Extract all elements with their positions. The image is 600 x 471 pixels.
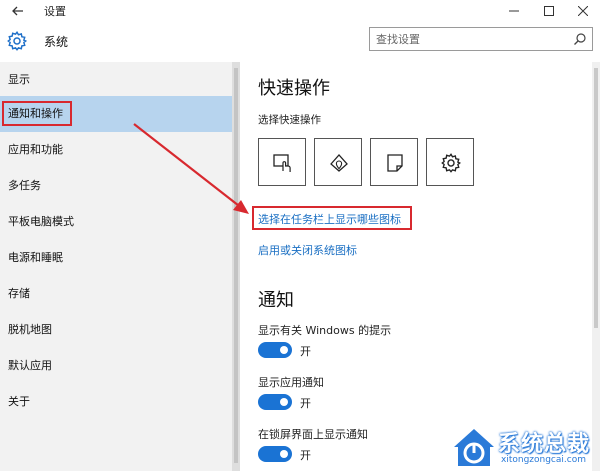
sidebar-item-storage[interactable]: 存储	[0, 276, 232, 312]
sidebar-item-label: 显示	[8, 73, 30, 86]
sidebar: 显示 通知和操作 应用和功能 多任务 平板电脑模式 电源和睡眠 存储 脱机地图 …	[0, 62, 232, 471]
header: 系统	[0, 22, 600, 62]
close-button[interactable]	[566, 0, 600, 22]
sidebar-item-label: 默认应用	[8, 359, 52, 372]
sidebar-item-label: 应用和功能	[8, 143, 63, 156]
page-title: 系统	[44, 35, 69, 49]
sidebar-item-label: 存储	[8, 287, 30, 300]
sidebar-item-apps[interactable]: 应用和功能	[0, 132, 232, 168]
quick-action-tablet-mode-button[interactable]	[258, 138, 306, 186]
notifications-heading: 通知	[258, 290, 294, 311]
watermark-logo	[454, 429, 494, 466]
lockscreen-notifications-label: 在锁屏界面上显示通知	[258, 428, 368, 441]
sidebar-item-about[interactable]: 关于	[0, 384, 232, 420]
close-icon	[577, 5, 589, 17]
sidebar-item-label: 电源和睡眠	[8, 251, 63, 264]
toggle-knob	[280, 450, 288, 458]
highlight-box	[2, 101, 72, 126]
main-scrollbar-thumb[interactable]	[594, 68, 598, 328]
windows-tips-toggle[interactable]	[258, 342, 292, 358]
quick-action-location-button[interactable]	[314, 138, 362, 186]
search-box[interactable]	[369, 27, 593, 51]
sidebar-item-label: 多任务	[8, 179, 41, 192]
sidebar-item-label: 脱机地图	[8, 323, 52, 336]
settings-gear-icon	[441, 153, 462, 173]
tablet-mode-icon	[273, 154, 291, 172]
search-input[interactable]	[376, 31, 566, 47]
windows-tips-label: 显示有关 Windows 的提示	[258, 324, 392, 337]
toggle-knob	[280, 398, 288, 406]
system-icons-link[interactable]: 启用或关闭系统图标	[258, 242, 357, 258]
app-notifications-state: 开	[300, 397, 311, 410]
sidebar-item-multitasking[interactable]: 多任务	[0, 168, 232, 204]
quick-actions-heading: 快速操作	[258, 78, 330, 99]
minimize-button[interactable]	[497, 0, 531, 22]
note-icon	[387, 154, 403, 172]
sidebar-item-offline-maps[interactable]: 脱机地图	[0, 312, 232, 348]
sidebar-item-notifications[interactable]: 通知和操作	[0, 96, 232, 132]
arrow-left-icon	[12, 6, 23, 16]
sidebar-scrollbar-thumb[interactable]	[234, 68, 238, 463]
title-bar: 设置	[0, 0, 600, 22]
quick-action-settings-button[interactable]	[426, 138, 474, 186]
app-notifications-label: 显示应用通知	[258, 376, 324, 389]
minimize-icon	[509, 10, 519, 12]
lockscreen-notifications-state: 开	[300, 449, 311, 462]
sidebar-item-default-apps[interactable]: 默认应用	[0, 348, 232, 384]
sidebar-item-display[interactable]: 显示	[0, 62, 232, 98]
taskbar-icons-link[interactable]: 选择在任务栏上显示哪些图标	[258, 211, 401, 227]
quick-action-note-button[interactable]	[370, 138, 418, 186]
windows-tips-state: 开	[300, 345, 311, 358]
maximize-icon	[544, 6, 554, 16]
window-title: 设置	[44, 5, 66, 18]
watermark: 系统总裁 xitongzongcai.com	[452, 424, 600, 471]
location-icon	[330, 154, 348, 172]
sidebar-item-power[interactable]: 电源和睡眠	[0, 240, 232, 276]
back-button[interactable]	[8, 1, 28, 21]
app-notifications-toggle[interactable]	[258, 394, 292, 410]
watermark-title: 系统总裁	[498, 432, 591, 457]
lockscreen-notifications-toggle[interactable]	[258, 446, 292, 462]
gear-icon	[7, 31, 28, 51]
toggle-knob	[280, 346, 288, 354]
sidebar-item-label: 平板电脑模式	[8, 215, 74, 228]
sidebar-item-label: 关于	[8, 395, 30, 408]
sidebar-item-tablet-mode[interactable]: 平板电脑模式	[0, 204, 232, 240]
quick-actions-subheading: 选择快速操作	[258, 114, 321, 126]
maximize-button[interactable]	[532, 0, 566, 22]
watermark-url: xitongzongcai.com	[501, 455, 586, 465]
search-icon[interactable]	[573, 32, 587, 46]
